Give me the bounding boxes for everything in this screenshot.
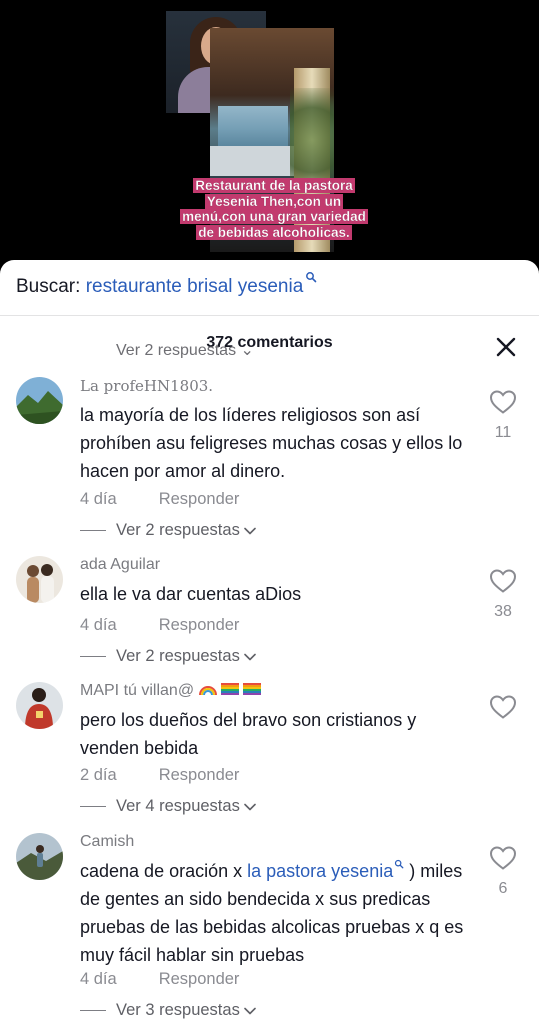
like-count: 6 <box>498 880 508 897</box>
comment-meta: 2 día Responder <box>80 766 239 785</box>
reply-button[interactable]: Responder <box>159 970 240 988</box>
comment-username[interactable]: ada Aguilar <box>80 556 160 574</box>
heart-icon[interactable] <box>489 389 517 415</box>
comment-text: ella le va dar cuentas aDios <box>80 584 302 604</box>
comment-meta: 4 día Responder <box>80 970 239 989</box>
comment-text: pero los dueños del bravo son cristianos… <box>80 710 417 758</box>
pride-flag-icon <box>243 683 262 695</box>
avatar[interactable] <box>16 377 63 424</box>
comment-age: 2 día <box>80 766 117 784</box>
chevron-down-icon <box>244 1007 256 1014</box>
comment-text: cadena de oración x la pastora yesenia )… <box>80 859 464 965</box>
view-replies-button[interactable]: Ver 3 respuestas <box>80 1001 257 1020</box>
rainbow-emoji-icon <box>198 686 217 696</box>
comment-age: 4 día <box>80 970 117 988</box>
view-replies-button[interactable]: Ver 2 respuestas <box>80 521 257 540</box>
comments-sheet: Buscar: restaurante brisal yesenia 372 c… <box>0 260 539 1024</box>
like-count: 11 <box>494 424 512 441</box>
comment-meta: 4 día Responder <box>80 490 239 509</box>
comment-text: la mayoría de los líderes religiosos son… <box>80 405 463 481</box>
comment-username[interactable]: MAPI tú villan@ <box>80 682 262 700</box>
comment-age: 4 día <box>80 616 117 634</box>
comment-item: Camish cadena de oración x la pastora ye… <box>0 833 539 1023</box>
view-replies-button[interactable]: Ver 2 respuestas <box>80 647 257 666</box>
heart-icon[interactable] <box>489 694 517 720</box>
chevron-down-icon <box>244 803 256 810</box>
comment-username[interactable]: La profeHN1803. <box>80 377 213 395</box>
comment-age: 4 día <box>80 490 117 508</box>
search-icon <box>306 272 317 283</box>
chevron-down-icon <box>244 527 256 534</box>
reply-button[interactable]: Responder <box>159 490 240 508</box>
mention-link[interactable]: la pastora yesenia <box>247 861 393 881</box>
comment-meta: 4 día Responder <box>80 616 239 635</box>
heart-icon[interactable] <box>489 568 517 594</box>
comment-item: La profeHN1803. la mayoría de los lídere… <box>0 377 539 547</box>
avatar[interactable] <box>16 556 63 603</box>
search-bar[interactable]: Buscar: restaurante brisal yesenia <box>16 272 317 300</box>
heart-icon[interactable] <box>489 845 517 871</box>
like-count: 38 <box>494 603 512 620</box>
comment-item: ada Aguilar ella le va dar cuentas aDios… <box>0 556 539 676</box>
reply-button[interactable]: Responder <box>159 616 240 634</box>
partial-replies-link[interactable]: Ver 2 respuestas ⌄ <box>116 344 276 358</box>
avatar[interactable] <box>16 833 63 880</box>
avatar[interactable] <box>16 682 63 729</box>
view-replies-button[interactable]: Ver 4 respuestas <box>80 797 257 816</box>
search-query[interactable]: restaurante brisal yesenia <box>86 276 304 297</box>
video-caption: Restaurant de la pastora Yesenia Then,co… <box>180 178 368 240</box>
comment-username[interactable]: Camish <box>80 833 134 851</box>
search-icon <box>395 859 404 869</box>
reply-button[interactable]: Responder <box>159 766 240 784</box>
header-divider <box>0 315 539 316</box>
video-player[interactable]: Restaurant de la pastora Yesenia Then,co… <box>0 0 539 280</box>
pride-flag-icon <box>220 683 239 695</box>
chevron-down-icon <box>244 653 256 660</box>
search-label: Buscar: <box>16 276 81 297</box>
close-icon[interactable] <box>494 335 518 359</box>
